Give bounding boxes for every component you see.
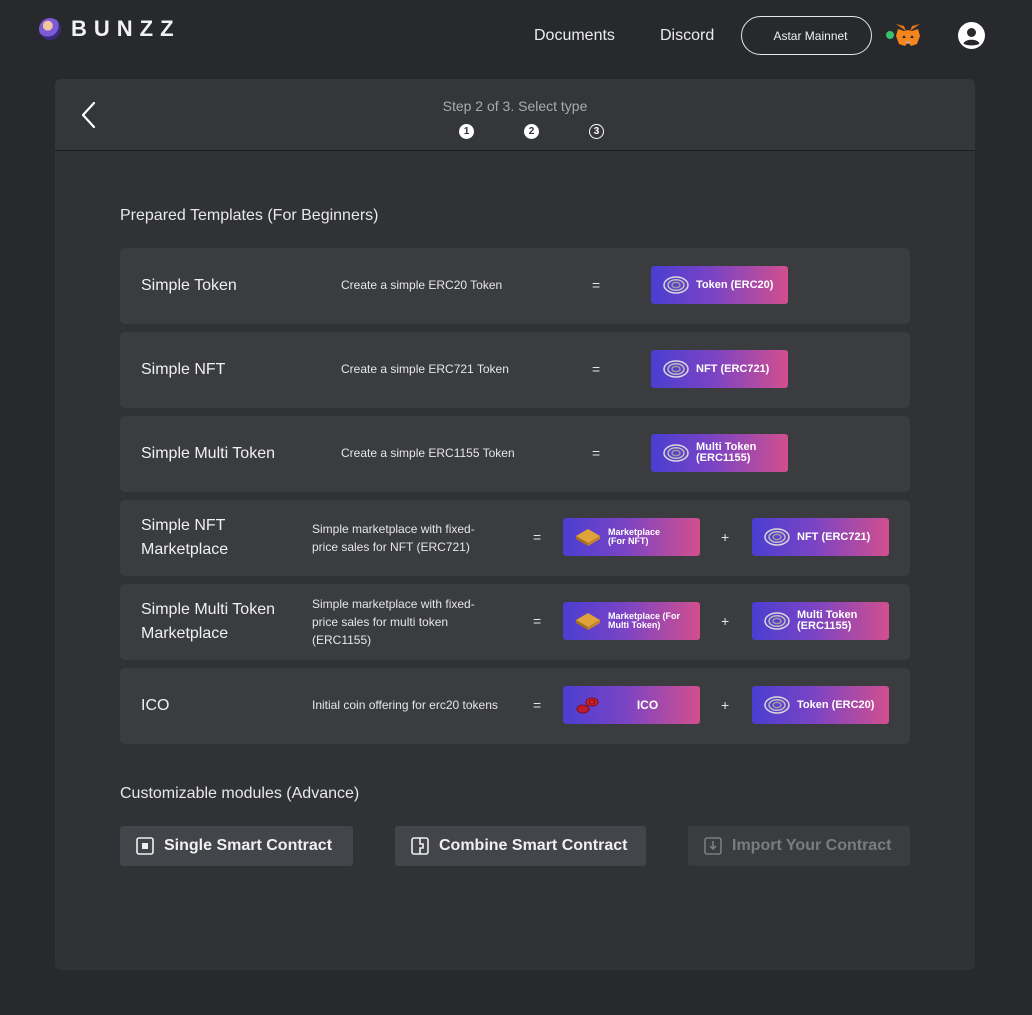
equals-sign: = xyxy=(592,445,601,461)
import-contract-button: Import Your Contract xyxy=(688,826,910,866)
equals-sign: = xyxy=(592,277,601,293)
step-dot-3: 3 xyxy=(589,124,604,139)
spiral-token-icon xyxy=(764,528,790,546)
spiral-token-icon xyxy=(764,612,790,630)
module-chip-token-erc20[interactable]: Token (ERC20) xyxy=(651,266,788,304)
module-chip-marketplace-nft[interactable]: Marketplace (For NFT) xyxy=(563,518,700,556)
template-row-simple-nft[interactable]: Simple NFT Create a simple ERC721 Token … xyxy=(120,332,910,408)
module-chip-label: Token (ERC20) xyxy=(696,278,774,291)
module-chip-multi-token-erc1155[interactable]: Multi Token (ERC1155) xyxy=(752,602,889,640)
module-chip-label: ICO xyxy=(636,697,659,712)
module-chip-token-erc20[interactable]: Token (ERC20) xyxy=(752,686,889,724)
template-name: Simple Multi Token xyxy=(141,445,275,462)
equals-sign: = xyxy=(592,361,601,377)
module-chip-label: Multi Token (ERC1155) xyxy=(797,609,858,632)
template-row-ico[interactable]: ICO Initial coin offering for erc20 toke… xyxy=(120,668,910,744)
equals-sign: = xyxy=(533,529,542,545)
network-button[interactable]: Astar Mainnet xyxy=(741,16,872,55)
combine-smart-contract-button[interactable]: Combine Smart Contract xyxy=(395,826,646,866)
template-row-simple-multi-token[interactable]: Simple Multi Token Create a simple ERC11… xyxy=(120,416,910,492)
module-chip-ico[interactable]: ICO xyxy=(563,686,700,724)
template-name: Simple Multi Token Marketplace xyxy=(141,601,275,642)
metamask-fox-icon[interactable] xyxy=(895,23,921,47)
spiral-token-icon xyxy=(663,444,689,462)
template-row-simple-token[interactable]: Simple Token Create a simple ERC20 Token… xyxy=(120,248,910,324)
module-chip-label: Multi Token (ERC1155) xyxy=(696,441,757,464)
equals-sign: = xyxy=(533,697,542,713)
step-dot-1: 1 xyxy=(459,124,474,139)
module-chip-multi-token-erc1155[interactable]: Multi Token (ERC1155) xyxy=(651,434,788,472)
template-description: Initial coin offering for erc20 tokens xyxy=(312,698,498,712)
logo-text: BUNZZ xyxy=(71,16,181,41)
plus-sign: + xyxy=(721,529,730,545)
connection-status-dot xyxy=(886,31,894,39)
module-chip-label: Marketplace (For NFT) xyxy=(608,527,661,546)
single-contract-icon xyxy=(136,837,154,855)
templates-title: Prepared Templates (For Beginners) xyxy=(120,207,379,224)
step-indicators: 1 2 3 xyxy=(459,124,604,139)
button-label: Import Your Contract xyxy=(732,837,892,854)
module-chip-label: NFT (ERC721) xyxy=(696,362,770,375)
stepper-bar: Step 2 of 3. Select type 1 2 3 xyxy=(55,79,975,151)
module-chip-nft-erc721[interactable]: NFT (ERC721) xyxy=(651,350,788,388)
module-chip-label: Marketplace (For Multi Token) xyxy=(608,611,681,630)
template-description: Create a simple ERC721 Token xyxy=(341,362,509,376)
modules-title: Customizable modules (Advance) xyxy=(120,785,360,802)
single-smart-contract-button[interactable]: Single Smart Contract xyxy=(120,826,353,866)
combine-contract-icon xyxy=(411,837,429,855)
module-chip-label: NFT (ERC721) xyxy=(797,530,871,543)
template-row-simple-nft-marketplace[interactable]: Simple NFT Marketplace Simple marketplac… xyxy=(120,500,910,576)
marketplace-tile-icon xyxy=(576,529,600,546)
plus-sign: + xyxy=(721,613,730,629)
spiral-token-icon xyxy=(764,696,790,714)
module-chip-nft-erc721[interactable]: NFT (ERC721) xyxy=(752,518,889,556)
coins-icon xyxy=(576,697,599,714)
template-name: Simple NFT Marketplace xyxy=(141,517,229,558)
template-description: Create a simple ERC1155 Token xyxy=(341,446,515,460)
logo-mark-icon xyxy=(39,18,61,40)
template-description: Simple marketplace with fixed-price sale… xyxy=(312,522,475,554)
module-chip-label: Token (ERC20) xyxy=(797,698,875,711)
plus-sign: + xyxy=(721,697,730,713)
step-dot-2: 2 xyxy=(524,124,539,139)
module-chip-marketplace-multi-token[interactable]: Marketplace (For Multi Token) xyxy=(563,602,700,640)
template-name: ICO xyxy=(141,697,170,714)
spiral-token-icon xyxy=(663,360,689,378)
step-text: Step 2 of 3. Select type xyxy=(442,98,588,114)
user-avatar-icon[interactable] xyxy=(958,22,985,49)
nav-documents-link[interactable]: Documents xyxy=(534,27,615,45)
marketplace-tile-icon xyxy=(576,613,600,630)
button-label: Combine Smart Contract xyxy=(439,837,628,854)
button-label: Single Smart Contract xyxy=(164,837,333,854)
equals-sign: = xyxy=(533,613,542,629)
template-description: Simple marketplace with fixed-price sale… xyxy=(312,597,475,647)
template-name: Simple NFT xyxy=(141,361,226,378)
template-row-simple-multi-token-marketplace[interactable]: Simple Multi Token Marketplace Simple ma… xyxy=(120,584,910,660)
import-icon xyxy=(704,837,722,855)
logo[interactable]: BUNZZ xyxy=(39,16,181,42)
spiral-token-icon xyxy=(663,276,689,294)
template-description: Create a simple ERC20 Token xyxy=(341,278,503,292)
template-name: Simple Token xyxy=(141,277,237,294)
nav-discord-link[interactable]: Discord xyxy=(660,27,714,45)
